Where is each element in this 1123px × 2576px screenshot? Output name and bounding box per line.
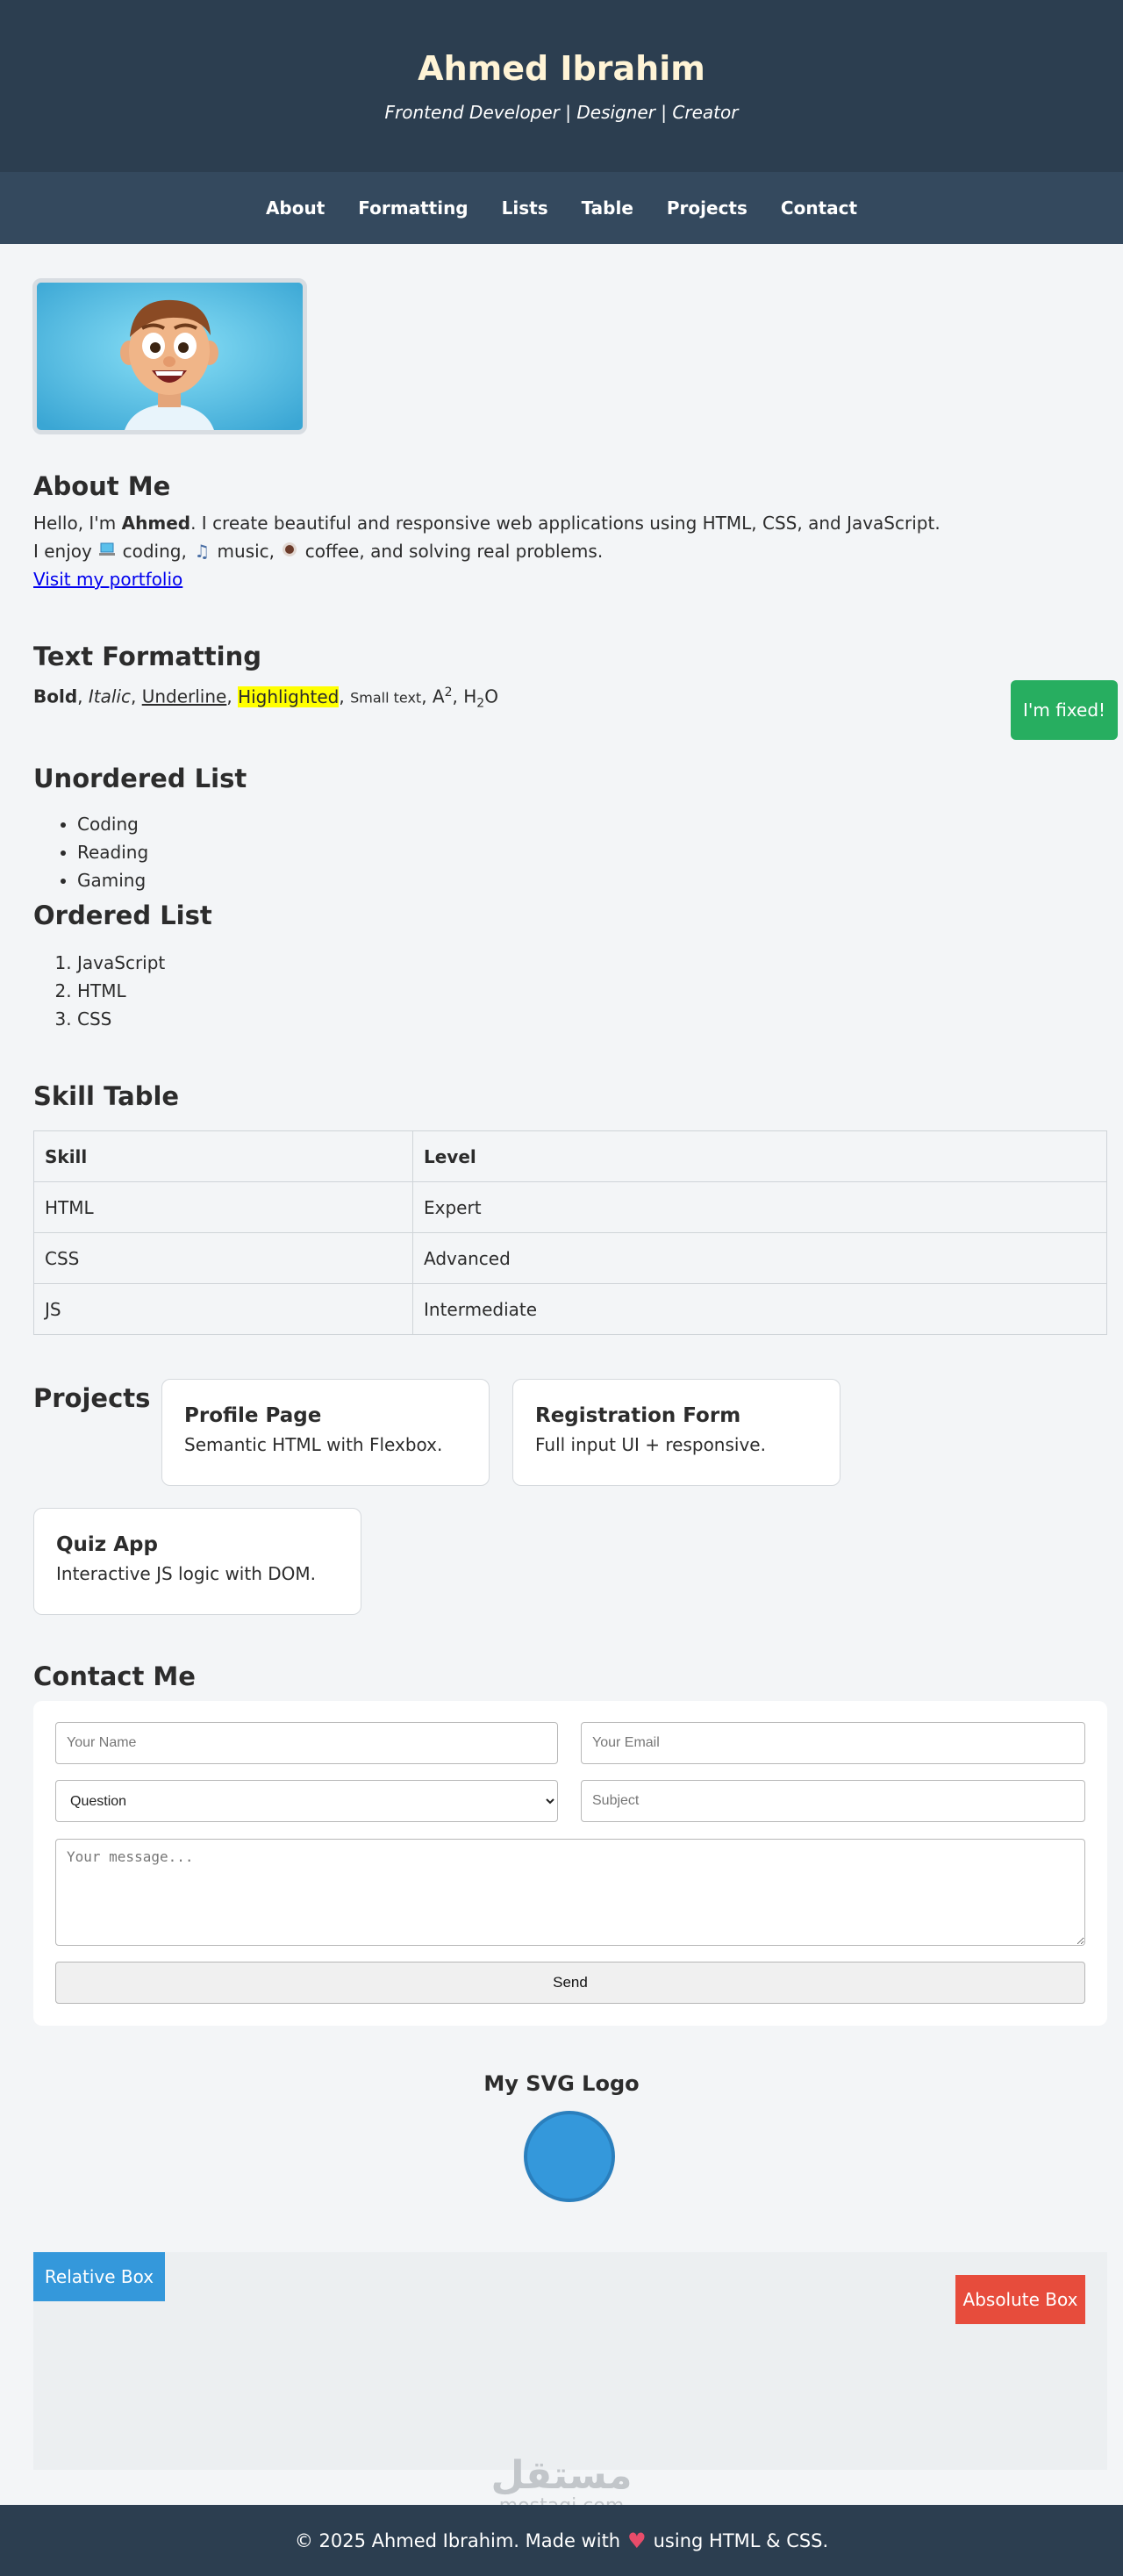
about-intro-text: Hello, I'm [33,513,122,534]
site-header: Ahmed Ibrahim Frontend Developer | Desig… [0,0,1123,172]
skills-heading: Skill Table [33,1081,180,1111]
unordered-heading: Unordered List [33,764,247,793]
table-row: JS Intermediate [33,1283,1107,1335]
music-note-icon: ♫ [194,541,211,562]
separator: , [421,685,433,707]
bold-text: Bold [33,685,78,707]
footer-text: © 2025 Ahmed Ibrahim. Made with [294,2529,621,2551]
send-button[interactable]: Send [55,1962,1085,2004]
relative-box: Relative Box [33,2252,165,2301]
svg-logo-circle [524,2111,615,2202]
subscript: 2 [476,696,485,711]
table-cell: JS [33,1283,413,1335]
separator: , [226,685,239,707]
fixed-note: I'm fixed! [1011,680,1118,740]
project-card[interactable]: Profile Page Semantic HTML with Flexbox. [161,1379,490,1486]
list-item: JavaScript [77,949,165,977]
heart-icon: ♥ [627,2528,647,2553]
interest-coding: coding, [117,541,193,562]
absolute-box: Absolute Box [955,2275,1085,2324]
contact-heading: Contact Me [33,1661,196,1691]
ordered-heading: Ordered List [33,901,212,930]
project-title: Registration Form [535,1404,741,1427]
table-row: CSS Advanced [33,1232,1107,1284]
ordered-list: JavaScript HTML CSS [77,949,165,1033]
separator: , [339,685,351,707]
project-card[interactable]: Quiz App Interactive JS logic with DOM. [33,1508,361,1615]
cartoon-avatar-image [37,283,303,430]
table-cell: Advanced [412,1232,1107,1284]
list-item: CSS [77,1005,165,1033]
contact-form: Question Send [33,1701,1107,2026]
unordered-list: Coding Reading Gaming [77,810,148,894]
main-nav: About Formatting Lists Table Projects Co… [0,172,1123,244]
interest-coffee: coffee, and solving real problems. [299,541,604,562]
positioning-area: Relative Box Absolute Box [33,2252,1107,2470]
italic-text: Italic [88,685,131,707]
separator: , [77,685,89,707]
interests-lead: I enjoy [33,541,98,562]
watermark-arabic: مستقل [490,2453,633,2498]
laptop-icon [97,541,117,562]
project-card[interactable]: Registration Form Full input UI + respon… [512,1379,840,1486]
interest-music: music, [211,541,281,562]
separator: , [452,685,464,707]
projects-heading: Projects [33,1383,151,1413]
name-input[interactable] [55,1722,558,1764]
separator: , [130,685,142,707]
subject-input[interactable] [581,1780,1085,1822]
list-item: HTML [77,977,165,1005]
formatting-sample: Bold, Italic, Underline, Highlighted, Sm… [33,685,498,711]
table-row: HTML Expert [33,1181,1107,1233]
svg-logo-title: My SVG Logo [483,2071,640,2096]
about-intro-rest: . I create beautiful and responsive web … [190,513,941,534]
about-heading: About Me [33,471,171,501]
table-cell: Expert [412,1181,1107,1233]
project-title: Quiz App [56,1533,158,1556]
nav-projects[interactable]: Projects [667,197,747,219]
project-desc: Full input UI + responsive. [535,1434,766,1455]
table-header-row: Skill Level [33,1130,1107,1182]
superscript: 2 [444,685,453,700]
nav-contact[interactable]: Contact [781,197,857,219]
column-header: Skill [33,1130,413,1182]
table-cell: HTML [33,1181,413,1233]
nav-about[interactable]: About [266,197,325,219]
message-textarea[interactable] [55,1839,1085,1946]
small-text: Small text [350,689,422,707]
project-title: Profile Page [184,1404,322,1427]
site-title: Ahmed Ibrahim [418,49,705,88]
site-subtitle: Frontend Developer | Designer | Creator [384,102,739,123]
superscript-base: A [432,685,445,707]
formatting-heading: Text Formatting [33,642,261,671]
topic-select[interactable]: Question [55,1780,558,1822]
footer-text-end: using HTML & CSS. [653,2529,829,2551]
portfolio-link[interactable]: Visit my portfolio [33,569,182,590]
subscript-base: H [463,685,477,707]
list-item: Gaming [77,866,148,894]
table-cell: Intermediate [412,1283,1107,1335]
about-intro: Hello, I'm Ahmed. I create beautiful and… [33,513,941,534]
underline-text: Underline [141,685,227,707]
about-name: Ahmed [121,513,191,534]
list-item: Coding [77,810,148,838]
email-input[interactable] [581,1722,1085,1764]
highlighted-text: Highlighted [238,685,340,707]
portfolio-line: Visit my portfolio [33,569,182,590]
project-desc: Interactive JS logic with DOM. [56,1563,316,1584]
about-interests: I enjoy coding, ♫ music, coffee, and sol… [33,541,603,562]
table-cell: CSS [33,1232,413,1284]
nav-formatting[interactable]: Formatting [358,197,468,219]
list-item: Reading [77,838,148,866]
skills-table: Skill Level HTML Expert CSS Advanced JS … [33,1130,1107,1335]
nav-lists[interactable]: Lists [502,197,548,219]
project-desc: Semantic HTML with Flexbox. [184,1434,443,1455]
column-header: Level [412,1130,1107,1182]
site-footer: © 2025 Ahmed Ibrahim. Made with ♥ using … [0,2505,1123,2576]
coffee-icon [280,541,299,562]
subscript-after: O [484,685,498,707]
profile-avatar [32,278,307,434]
nav-table[interactable]: Table [582,197,633,219]
